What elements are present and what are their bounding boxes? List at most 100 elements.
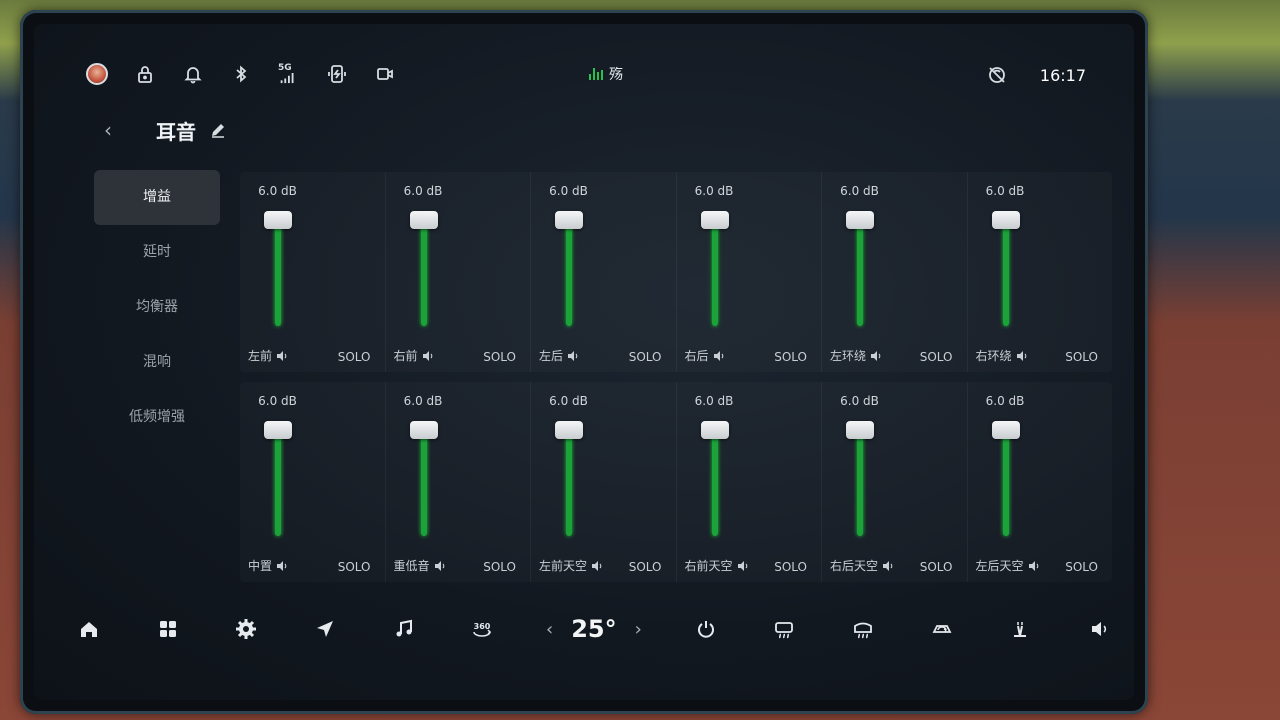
- navigation-icon[interactable]: [310, 614, 340, 644]
- seat-heat-icon[interactable]: [1005, 614, 1035, 644]
- channel-cell: 6.0 dB 左前 SOLO: [240, 172, 386, 372]
- channel-mute-toggle[interactable]: 左环绕: [830, 347, 882, 364]
- gain-slider[interactable]: [991, 421, 1020, 536]
- gain-slider-handle[interactable]: [264, 421, 292, 439]
- channel-mute-toggle[interactable]: 右环绕: [976, 347, 1028, 364]
- sidebar-item-gain[interactable]: 增益: [94, 170, 220, 225]
- gain-slider[interactable]: [409, 421, 438, 536]
- channel-cell: 6.0 dB 左后天空 SOLO: [968, 382, 1113, 582]
- solo-button[interactable]: SOLO: [774, 350, 807, 364]
- gain-slider-handle[interactable]: [409, 421, 438, 439]
- gain-slider-fill: [711, 221, 718, 326]
- channel-row: 6.0 dB 左前 SOLO 6.0 dB 右前 SOLO 6.0 dB 左后 SOLO 6.0 …: [240, 172, 1112, 372]
- phone-charge-icon[interactable]: [326, 63, 348, 85]
- channel-gain-value: 6.0 dB: [694, 184, 734, 198]
- gain-slider[interactable]: [846, 421, 874, 536]
- user-avatar[interactable]: [86, 63, 108, 85]
- camera-icon[interactable]: [374, 63, 396, 85]
- solo-button[interactable]: SOLO: [1065, 350, 1098, 364]
- channel-mute-toggle[interactable]: 右后: [685, 347, 725, 364]
- channel-mute-toggle[interactable]: 右前: [394, 347, 434, 364]
- lock-icon[interactable]: [134, 63, 156, 85]
- gain-slider-handle[interactable]: [846, 211, 874, 229]
- solo-button[interactable]: SOLO: [920, 560, 953, 574]
- settings-icon[interactable]: [231, 614, 261, 644]
- solo-button[interactable]: SOLO: [483, 560, 516, 574]
- channel-cell: 6.0 dB 左环绕 SOLO: [822, 172, 968, 372]
- speaker-icon: [434, 560, 446, 572]
- gain-slider-handle[interactable]: [555, 211, 583, 229]
- gain-slider[interactable]: [991, 211, 1020, 326]
- gain-slider-handle[interactable]: [409, 211, 438, 229]
- gain-slider-handle[interactable]: [700, 211, 729, 229]
- network-label: 5G: [278, 63, 292, 73]
- gain-slider-fill: [1002, 431, 1009, 536]
- gain-slider[interactable]: [264, 211, 292, 326]
- channel-gain-value: 6.0 dB: [840, 394, 879, 408]
- solo-button[interactable]: SOLO: [920, 350, 953, 364]
- gain-slider-fill: [857, 221, 863, 326]
- ac-power-icon[interactable]: [691, 614, 721, 644]
- speaker-icon: [713, 350, 725, 362]
- volume-icon[interactable]: [1084, 614, 1114, 644]
- solo-button[interactable]: SOLO: [338, 560, 371, 574]
- rear-defrost-icon[interactable]: [769, 614, 799, 644]
- channel-mute-toggle[interactable]: 左前天空: [539, 557, 603, 574]
- recirculation-icon[interactable]: [927, 614, 957, 644]
- back-chevron-icon[interactable]: ‹: [104, 118, 112, 142]
- gain-slider[interactable]: [555, 211, 583, 326]
- apps-icon[interactable]: [153, 614, 183, 644]
- temperature-down-chevron-icon[interactable]: ‹: [546, 619, 553, 640]
- gain-slider-handle[interactable]: [991, 421, 1020, 439]
- channel-cell: 6.0 dB 左后 SOLO: [531, 172, 677, 372]
- channel-mute-toggle[interactable]: 左前: [248, 347, 288, 364]
- now-playing[interactable]: 殇: [589, 64, 623, 84]
- sidebar-item-delay[interactable]: 延时: [94, 225, 220, 280]
- channel-mute-toggle[interactable]: 重低音: [394, 557, 446, 574]
- channel-mute-toggle[interactable]: 右前天空: [685, 557, 749, 574]
- channel-mute-toggle[interactable]: 右后天空: [830, 557, 894, 574]
- camera-360-icon[interactable]: 360: [467, 614, 497, 644]
- channel-name: 右前: [393, 349, 418, 363]
- channel-mute-toggle[interactable]: 左后: [539, 347, 579, 364]
- channel-mute-toggle[interactable]: 中置: [248, 557, 288, 574]
- channel-name: 左后: [539, 349, 564, 363]
- channel-gain-value: 6.0 dB: [258, 394, 297, 408]
- bluetooth-icon[interactable]: [230, 63, 252, 85]
- edit-pencil-icon[interactable]: [210, 122, 226, 138]
- temperature-up-chevron-icon[interactable]: ›: [635, 619, 642, 640]
- sidebar-item-bass-boost[interactable]: 低频增强: [94, 390, 220, 445]
- gain-slider[interactable]: [555, 421, 583, 536]
- sidebar-item-reverb[interactable]: 混响: [94, 335, 220, 390]
- channel-mute-toggle[interactable]: 左后天空: [976, 557, 1040, 574]
- gain-slider[interactable]: [700, 211, 729, 326]
- solo-button[interactable]: SOLO: [483, 350, 516, 364]
- gain-slider-handle[interactable]: [700, 421, 729, 439]
- gain-slider-fill: [275, 221, 281, 326]
- gain-slider[interactable]: [700, 421, 729, 536]
- gain-slider-fill: [711, 431, 718, 536]
- solo-button[interactable]: SOLO: [774, 560, 807, 574]
- channel-cell: 6.0 dB 右环绕 SOLO: [968, 172, 1113, 372]
- gain-slider[interactable]: [846, 211, 874, 326]
- clock: 16:17: [1039, 65, 1086, 85]
- gain-slider-fill: [420, 221, 427, 326]
- solo-button[interactable]: SOLO: [338, 350, 371, 364]
- gain-slider-handle[interactable]: [846, 421, 874, 439]
- front-defrost-icon[interactable]: [848, 614, 878, 644]
- solo-button[interactable]: SOLO: [629, 350, 662, 364]
- sidebar-item-equalizer[interactable]: 均衡器: [94, 280, 220, 335]
- gain-slider-handle[interactable]: [555, 421, 583, 439]
- gain-slider-handle[interactable]: [264, 211, 292, 229]
- gain-slider[interactable]: [409, 211, 438, 326]
- gain-slider[interactable]: [264, 421, 292, 536]
- music-icon[interactable]: [389, 614, 419, 644]
- solo-button[interactable]: SOLO: [1065, 560, 1098, 574]
- solo-button[interactable]: SOLO: [629, 560, 662, 574]
- home-icon[interactable]: [74, 614, 104, 644]
- gain-slider-fill: [275, 431, 281, 536]
- voice-off-icon[interactable]: [986, 64, 1008, 86]
- bell-icon[interactable]: [182, 63, 204, 85]
- speaker-icon: [870, 350, 882, 362]
- gain-slider-handle[interactable]: [991, 211, 1020, 229]
